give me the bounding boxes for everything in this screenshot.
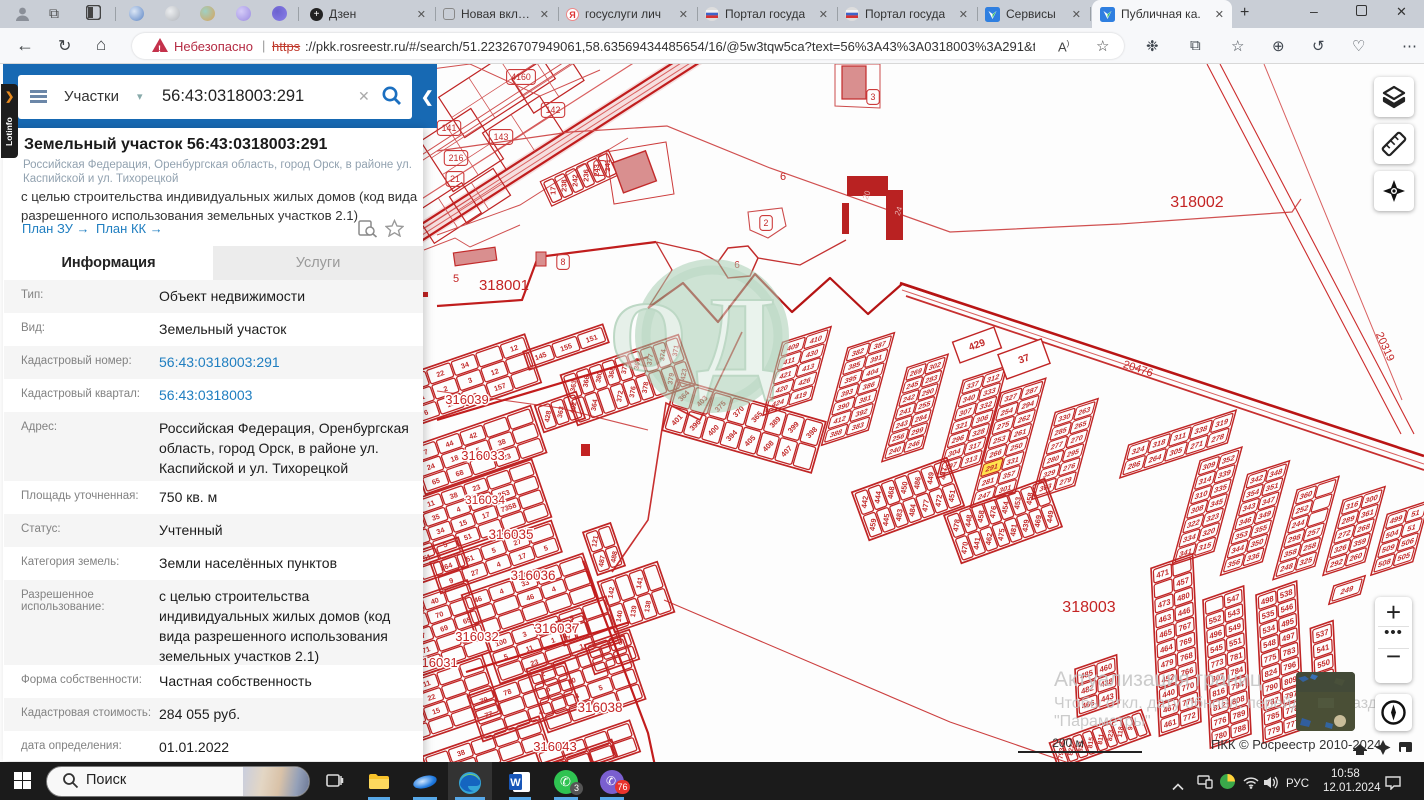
svg-text:441: 441: [972, 537, 983, 551]
svg-text:451: 451: [947, 489, 958, 503]
svg-text:4160: 4160: [511, 72, 531, 82]
svg-text:316037: 316037: [534, 621, 579, 636]
svg-text:318003: 318003: [1062, 599, 1115, 616]
svg-text:483: 483: [894, 508, 905, 522]
svg-text:458: 458: [976, 510, 987, 524]
svg-text:2: 2: [764, 218, 769, 228]
svg-text:445: 445: [881, 513, 892, 527]
svg-text:О: О: [609, 281, 687, 392]
svg-text:316035: 316035: [488, 527, 533, 542]
svg-text:141: 141: [442, 123, 457, 133]
svg-text:Д: Д: [696, 274, 776, 402]
svg-text:459: 459: [868, 518, 879, 532]
svg-text:318001: 318001: [479, 277, 529, 294]
svg-text:21: 21: [450, 174, 460, 184]
svg-text:475: 475: [996, 528, 1007, 542]
svg-text:470: 470: [959, 541, 970, 555]
svg-text:318002: 318002: [1170, 194, 1223, 211]
svg-text:484: 484: [907, 503, 918, 517]
svg-text:242: 242: [570, 174, 579, 187]
svg-text:450: 450: [899, 481, 910, 495]
svg-text:481: 481: [1008, 523, 1019, 537]
svg-text:5: 5: [453, 273, 459, 285]
svg-text:W: W: [510, 777, 521, 789]
svg-text:448: 448: [963, 514, 974, 528]
svg-text:444: 444: [873, 490, 884, 504]
svg-text:316043: 316043: [533, 739, 576, 754]
svg-text:316036: 316036: [510, 568, 555, 583]
svg-text:468: 468: [886, 486, 897, 500]
svg-text:486: 486: [912, 476, 923, 490]
svg-text:478: 478: [951, 519, 962, 533]
svg-text:Актуализация границ: Актуализация границ: [1054, 668, 1262, 691]
svg-text:442: 442: [859, 495, 870, 509]
svg-text:216: 216: [449, 153, 464, 163]
svg-text:449: 449: [1045, 510, 1056, 524]
svg-text:439: 439: [1020, 519, 1031, 533]
svg-text:3: 3: [871, 92, 876, 102]
svg-text:469: 469: [1033, 514, 1044, 528]
svg-text:200 м: 200 м: [1052, 736, 1084, 750]
svg-text:447: 447: [938, 467, 949, 481]
svg-text:17: 17: [549, 187, 558, 195]
svg-text:316039: 316039: [445, 392, 488, 407]
svg-text:143: 143: [494, 132, 509, 142]
svg-text:476: 476: [988, 505, 999, 519]
svg-text:477: 477: [920, 499, 931, 513]
svg-text:458: 458: [1024, 492, 1035, 506]
svg-text:"Параметры": "Параметры": [1054, 713, 1151, 730]
svg-text:236: 236: [581, 169, 590, 182]
svg-text:6: 6: [780, 171, 786, 183]
svg-text:453: 453: [1012, 496, 1023, 510]
svg-text:454: 454: [1000, 500, 1011, 514]
svg-text:8: 8: [561, 257, 566, 267]
svg-text:462: 462: [984, 532, 995, 546]
svg-text:316032: 316032: [455, 629, 498, 644]
svg-text:316034: 316034: [465, 493, 505, 507]
svg-text:316033: 316033: [461, 448, 504, 463]
svg-text:449: 449: [925, 471, 936, 485]
svg-text:7: 7: [598, 163, 603, 173]
svg-text:142: 142: [546, 105, 561, 115]
svg-text:316038: 316038: [577, 700, 622, 715]
svg-text:238: 238: [559, 179, 568, 192]
svg-text:472: 472: [933, 494, 944, 508]
